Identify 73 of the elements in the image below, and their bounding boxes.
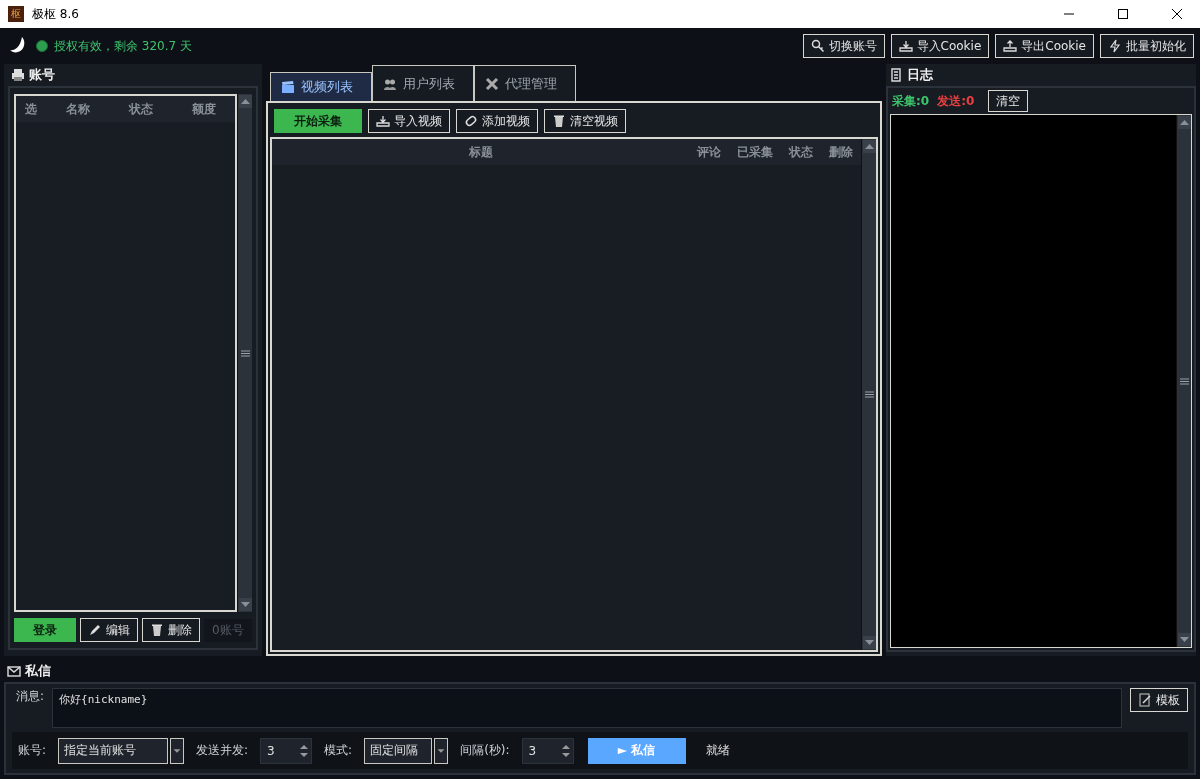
column-header: 状态: [787, 143, 814, 161]
video-toolbar-button[interactable]: 开始采集: [274, 109, 362, 133]
tray-icon: [1003, 39, 1018, 53]
column-header: 标题: [467, 143, 494, 161]
trash-icon: [552, 114, 566, 128]
scroll-grip-icon[interactable]: [863, 390, 876, 399]
account-label: 账号:: [17, 742, 48, 759]
scrollbar[interactable]: [237, 94, 252, 612]
column-header: 名称: [64, 100, 91, 118]
account-button[interactable]: 删除: [142, 618, 200, 642]
key-icon: [810, 39, 825, 53]
window-title: 极枢 8.6: [32, 5, 80, 23]
sent-count: 发送:0: [937, 92, 975, 110]
toolbar-button[interactable]: 切换账号: [802, 34, 885, 58]
concurrency-label: 发送并发:: [195, 742, 250, 759]
scroll-down-icon[interactable]: [239, 598, 252, 611]
toolbar-button[interactable]: 导出Cookie: [995, 34, 1094, 58]
maximize-icon: [1118, 9, 1128, 19]
interval-spinbox[interactable]: 3: [521, 737, 574, 764]
account-select[interactable]: 指定当前账号: [58, 737, 169, 764]
paperclip-icon: [464, 114, 478, 128]
account-button[interactable]: 登录: [14, 618, 76, 642]
column-header: 选: [24, 100, 38, 118]
mode-label: 模式:: [323, 742, 354, 759]
tab[interactable]: 代理管理: [474, 65, 576, 101]
video-toolbar-button[interactable]: 导入视频: [368, 109, 450, 133]
column-header: 状态: [127, 100, 154, 118]
column-header: 额度: [190, 100, 217, 118]
account-count: 0账号: [204, 618, 252, 642]
envelope-icon: [7, 664, 21, 678]
message-label: 消息:: [15, 688, 46, 705]
tray-icon: [376, 114, 390, 128]
status-text: 就绪: [704, 742, 730, 759]
message-field[interactable]: 你好{nickname}: [52, 688, 1122, 728]
scroll-icon: [889, 68, 903, 82]
panel-title: 日志: [907, 66, 933, 84]
panel-title: 私信: [25, 662, 51, 680]
notepad-icon: [1138, 693, 1152, 707]
toolbar-button[interactable]: 批量初始化: [1100, 34, 1194, 58]
panel-title: 账号: [29, 66, 55, 84]
scrollbar[interactable]: [1176, 115, 1191, 647]
clear-log-button[interactable]: 清空: [988, 90, 1029, 112]
tray-icon: [898, 39, 913, 53]
scroll-up-icon[interactable]: [1178, 116, 1191, 129]
tab[interactable]: 视频列表: [270, 72, 372, 101]
scroll-down-icon[interactable]: [1178, 633, 1191, 646]
video-toolbar-button[interactable]: 添加视频: [456, 109, 538, 133]
toolbar-button[interactable]: 导入Cookie: [890, 34, 990, 58]
mode-select[interactable]: 固定间隔: [364, 737, 433, 764]
collected-count: 采集:0: [892, 92, 930, 110]
lightning-icon: [1108, 39, 1122, 53]
concurrency-spinbox[interactable]: 3: [260, 737, 313, 764]
column-header: 评论: [695, 143, 722, 161]
account-button[interactable]: 编辑: [80, 618, 138, 642]
scroll-up-icon[interactable]: [863, 140, 876, 153]
printer-icon: [11, 68, 25, 82]
scroll-down-icon[interactable]: [863, 636, 876, 649]
interval-label: 间隔(秒):: [459, 742, 511, 759]
column-header: 删除: [828, 143, 854, 161]
trash-icon: [150, 623, 164, 637]
scroll-grip-icon[interactable]: [239, 348, 252, 358]
template-button[interactable]: 模板: [1130, 688, 1188, 712]
app-logo: 枢: [8, 6, 24, 22]
column-header: 已采集: [736, 143, 774, 161]
scrollbar[interactable]: [861, 139, 876, 650]
pencil-icon: [88, 623, 102, 637]
scroll-up-icon[interactable]: [239, 95, 252, 108]
license-status: 授权有效，剩余 320.7 天: [54, 37, 193, 55]
scroll-grip-icon[interactable]: [1178, 376, 1191, 386]
clapperboard-icon: [281, 80, 295, 94]
video-toolbar-button[interactable]: 清空视频: [544, 109, 626, 133]
close-icon: [1172, 9, 1182, 19]
tab[interactable]: 用户列表: [372, 65, 474, 101]
